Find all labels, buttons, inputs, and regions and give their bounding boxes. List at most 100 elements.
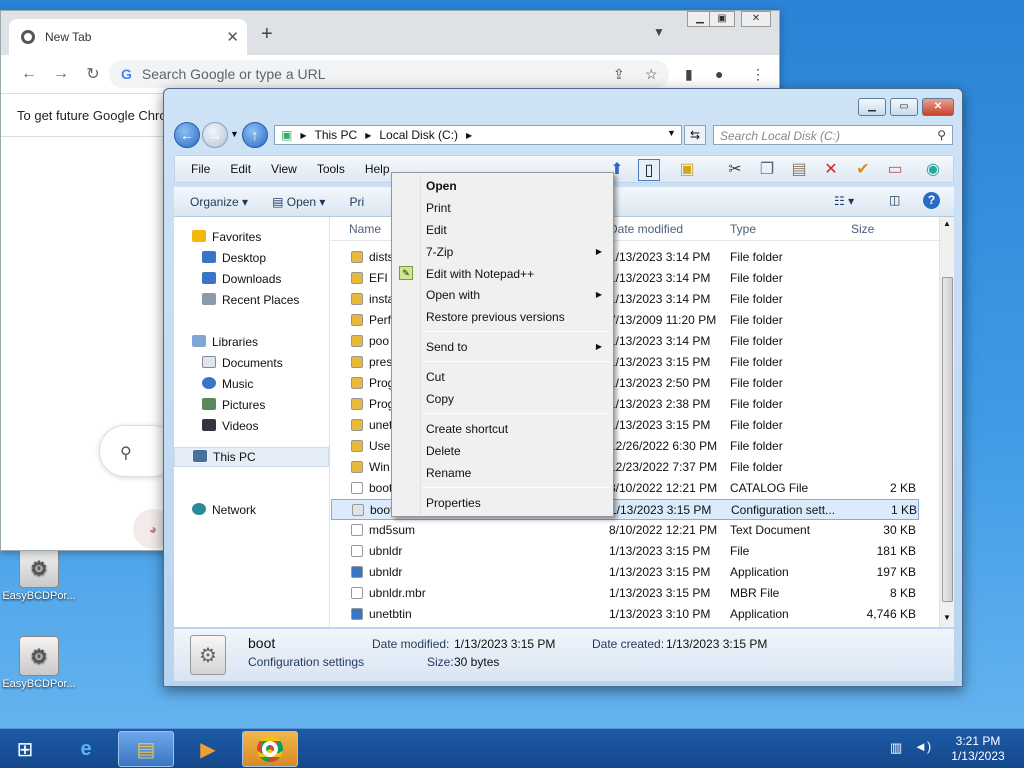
explorer-minimize-button[interactable]: ▁ — [858, 98, 886, 116]
explorer-maximize-button[interactable]: ▭ — [890, 98, 918, 116]
taskbar-ie-icon[interactable]: e — [58, 731, 114, 767]
organize-button[interactable]: Organize ▾ — [190, 195, 248, 209]
column-date-modified[interactable]: Date modified — [609, 222, 683, 236]
network-tray-icon[interactable]: ▥ — [890, 740, 902, 756]
tab-search-chevron-down-icon[interactable]: ▼ — [653, 25, 665, 39]
chrome-tab-title: New Tab — [45, 30, 92, 44]
toolbar-check-icon[interactable]: ✔ — [852, 159, 874, 181]
nav-favorites[interactable]: Favorites — [192, 228, 261, 246]
menu-edit[interactable]: Edit — [230, 162, 251, 176]
scroll-up-icon[interactable]: ▲ — [943, 219, 951, 228]
toolbar-copy-icon[interactable]: ❐ — [756, 159, 778, 181]
nav-desktop[interactable]: Desktop — [202, 249, 266, 267]
back-arrow-icon[interactable]: ← — [13, 65, 45, 83]
toolbar-globe-icon[interactable]: ◉ — [922, 159, 944, 181]
file-row[interactable]: unetbtin 1/13/2023 3:10 PM Application 4,74… — [331, 604, 919, 625]
toolbar-paste-icon[interactable]: ▤ — [788, 159, 810, 181]
ctx-properties[interactable]: Properties — [426, 493, 606, 513]
refresh-icon[interactable]: ⇆ — [684, 125, 706, 145]
share-icon[interactable]: ⇪ — [613, 66, 625, 83]
ctx-copy[interactable]: Copy — [426, 389, 606, 409]
nav-network[interactable]: Network — [192, 501, 256, 519]
taskbar-media-player-icon[interactable]: ▶ — [180, 731, 236, 767]
ctx-cut-label: Cut — [426, 370, 445, 384]
address-history-chevron-icon[interactable]: ▼ — [667, 128, 676, 138]
recent-pages-chevron-icon[interactable]: ▼ — [230, 129, 239, 139]
toolbar-delete-icon[interactable]: ✕ — [820, 159, 842, 181]
up-button[interactable]: ↑ — [242, 122, 268, 148]
toolbar-preview-pane-icon[interactable]: ▯ — [638, 159, 660, 181]
ctx-edit[interactable]: Edit — [426, 220, 606, 240]
menu-file[interactable]: File — [191, 162, 210, 176]
breadcrumb-this-pc[interactable]: This PC — [315, 128, 358, 142]
print-button[interactable]: Pri — [349, 195, 364, 209]
nav-videos[interactable]: Videos — [202, 417, 258, 435]
column-type[interactable]: Type — [730, 222, 756, 236]
nav-documents-label: Documents — [222, 356, 283, 370]
vertical-scrollbar[interactable]: ▲ ▼ — [939, 217, 954, 627]
menu-tools[interactable]: Tools — [317, 162, 345, 176]
side-panel-icon[interactable]: ▮ — [685, 66, 693, 83]
ctx-cut[interactable]: Cut — [426, 367, 606, 387]
bookmark-star-icon[interactable]: ☆ — [645, 66, 658, 83]
ctx-open[interactable]: Open — [426, 176, 606, 196]
chrome-close-button[interactable]: ✕ — [741, 11, 771, 27]
ctx-print[interactable]: Print — [426, 198, 606, 218]
menu-view[interactable]: View — [271, 162, 297, 176]
toolbar-properties-icon[interactable]: ▭ — [884, 159, 906, 181]
address-bar[interactable]: ▣ ▶ This PC ▶ Local Disk (C:) ▶ ▼ — [274, 125, 682, 145]
ctx-create-shortcut[interactable]: Create shortcut — [426, 419, 606, 439]
toolbar-folder-options-icon[interactable]: ▣ — [676, 159, 698, 181]
nav-this-pc[interactable]: This PC — [174, 447, 329, 467]
start-button[interactable]: ⊞ — [0, 731, 50, 767]
chrome-restore-button[interactable]: ▣ — [709, 11, 735, 27]
desktop-icon-easybcd-1[interactable]: ⚙ EasyBCDPor... — [0, 548, 78, 602]
ctx-open-with[interactable]: Open with ▶ — [426, 285, 606, 305]
search-input[interactable]: Search Local Disk (C:) ⚲ — [713, 125, 953, 145]
ctx-rename[interactable]: Rename — [426, 463, 606, 483]
ctx-7zip[interactable]: 7-Zip ▶ — [426, 242, 606, 262]
profile-avatar-icon[interactable]: ● — [715, 66, 723, 82]
omnibox[interactable]: G Search Google or type a URL — [109, 60, 669, 88]
taskbar-chrome-icon[interactable] — [242, 731, 298, 767]
taskbar-explorer-icon[interactable]: ▤ — [118, 731, 174, 767]
nav-downloads[interactable]: Downloads — [202, 270, 281, 288]
menu-help[interactable]: Help — [365, 162, 390, 176]
file-row[interactable]: ubnldr.mbr 1/13/2023 3:15 PM MBR File 8 KB — [331, 583, 919, 604]
chrome-menu-icon[interactable]: ⋮ — [751, 66, 765, 83]
file-row[interactable]: ubnldr 1/13/2023 3:15 PM Application 197 KB — [331, 562, 919, 583]
nav-pictures[interactable]: Pictures — [202, 396, 265, 414]
scrollbar-thumb[interactable] — [942, 277, 953, 602]
nav-music[interactable]: Music — [202, 375, 253, 393]
help-icon[interactable]: ? — [923, 192, 940, 209]
new-tab-button[interactable]: + — [261, 23, 273, 46]
desktop-icon-easybcd-2[interactable]: ⚙ EasyBCDPor... — [0, 636, 78, 690]
explorer-close-button[interactable]: ✕ — [922, 98, 954, 116]
nav-documents[interactable]: Documents — [202, 354, 283, 372]
forward-arrow-icon[interactable]: → — [45, 65, 77, 83]
preview-pane-icon[interactable]: ◫ — [889, 193, 900, 207]
column-size[interactable]: Size — [851, 222, 874, 236]
nav-recent-places[interactable]: Recent Places — [202, 291, 299, 309]
forward-button[interactable]: → — [202, 122, 228, 148]
back-button[interactable]: ← — [174, 122, 200, 148]
ctx-edit-notepadpp[interactable]: Edit with Notepad++ — [426, 264, 606, 284]
file-row[interactable]: md5sum 8/10/2022 12:21 PM Text Document 30 … — [331, 520, 919, 541]
ctx-delete[interactable]: Delete — [426, 441, 606, 461]
change-view-icon[interactable]: ☷ ▾ — [834, 194, 854, 208]
toolbar-cut-icon[interactable]: ✂ — [724, 159, 746, 181]
open-button[interactable]: ▤ Open ▾ — [272, 195, 325, 209]
reload-icon[interactable]: ↻ — [77, 64, 109, 84]
nav-libraries[interactable]: Libraries — [192, 333, 258, 351]
volume-tray-icon[interactable]: ◄) — [914, 739, 931, 754]
taskbar-clock[interactable]: 3:21 PM 1/13/2023 — [940, 734, 1016, 764]
breadcrumb-local-disk[interactable]: Local Disk (C:) — [379, 128, 458, 142]
scroll-down-icon[interactable]: ▼ — [943, 613, 951, 622]
videos-icon — [202, 419, 216, 431]
column-name[interactable]: Name — [349, 222, 381, 236]
close-tab-icon[interactable]: ✕ — [226, 28, 239, 46]
chrome-tab-new-tab[interactable]: New Tab ✕ — [9, 19, 247, 55]
file-row[interactable]: ubnldr 1/13/2023 3:15 PM File 181 KB — [331, 541, 919, 562]
ctx-restore-versions[interactable]: Restore previous versions — [426, 307, 606, 327]
ctx-send-to[interactable]: Send to ▶ — [426, 337, 606, 357]
